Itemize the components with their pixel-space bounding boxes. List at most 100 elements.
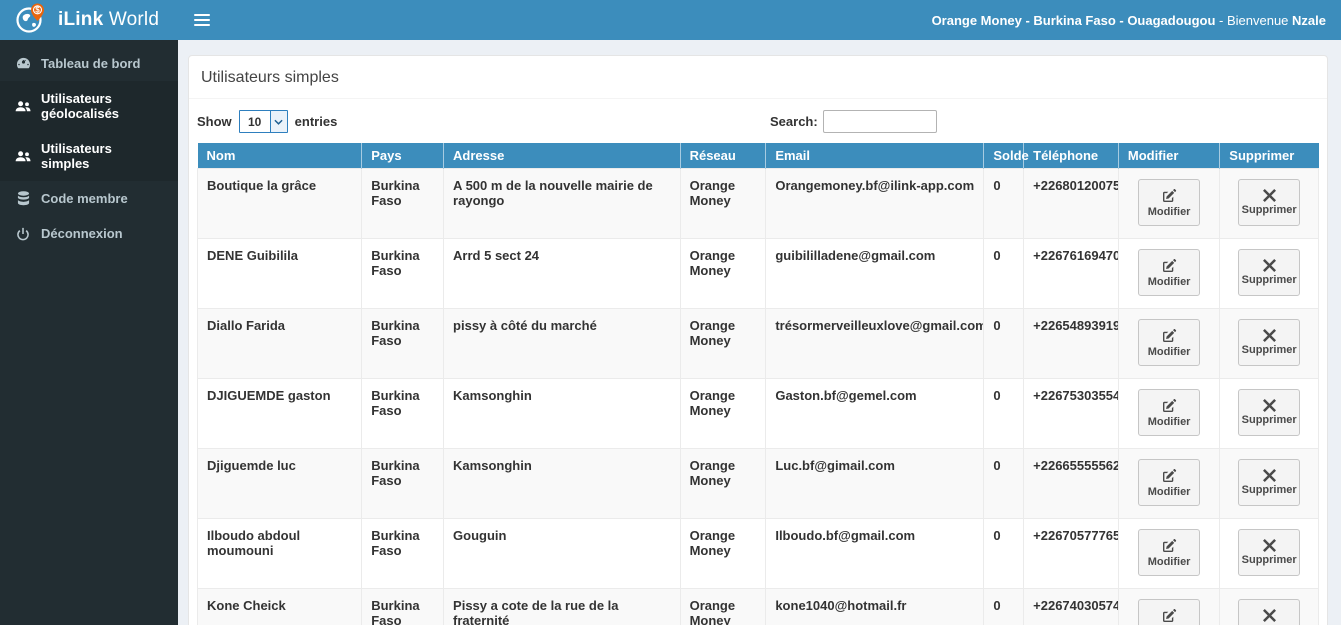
modifier-button[interactable]: Modifier — [1138, 389, 1201, 436]
cell-nom: Kone Cheick — [196, 588, 363, 625]
modifier-button[interactable]: Modifier — [1138, 529, 1201, 576]
cell-reseau: Orange Money — [679, 448, 767, 519]
users-panel: Utilisateurs simples Show 10 entries Sea… — [188, 55, 1328, 625]
cell-solde: 0 — [983, 518, 1025, 589]
cell-nom: Djiguemde luc — [196, 448, 363, 519]
supprimer-button[interactable]: Supprimer — [1238, 459, 1301, 506]
cell-supprimer: Supprimer — [1219, 588, 1319, 625]
modifier-button[interactable]: Modifier — [1138, 319, 1201, 366]
supprimer-button[interactable]: Supprimer — [1238, 249, 1301, 296]
modifier-button-label: Modifier — [1147, 415, 1191, 428]
supprimer-button[interactable]: Supprimer — [1238, 529, 1301, 576]
edit-icon — [1161, 398, 1177, 414]
modifier-button-label: Modifier — [1147, 485, 1191, 498]
cell-pays: Burkina Faso — [361, 518, 445, 589]
modifier-button-label: Modifier — [1147, 275, 1191, 288]
show-label: Show — [197, 114, 232, 129]
delete-x-icon — [1262, 399, 1276, 412]
supprimer-button[interactable]: Supprimer — [1238, 389, 1301, 436]
entries-select-value: 10 — [247, 114, 262, 129]
cell-nom: DJIGUEMDE gaston — [196, 378, 363, 449]
supprimer-button[interactable]: Supprimer — [1238, 179, 1301, 226]
cell-email: Gaston.bf@gemel.com — [765, 378, 985, 449]
users-table: Nom Pays Adresse Réseau Email Solde Télé… — [196, 143, 1319, 625]
cell-telephone: +22675303554 — [1023, 378, 1119, 449]
modifier-button[interactable]: Modifier — [1138, 459, 1201, 506]
database-icon — [15, 191, 31, 206]
cell-pays: Burkina Faso — [361, 168, 445, 239]
cell-modifier: Modifier — [1117, 168, 1221, 239]
cell-reseau: Orange Money — [679, 168, 767, 239]
cell-supprimer: Supprimer — [1219, 518, 1319, 589]
modifier-button[interactable]: Modifier — [1138, 599, 1201, 625]
cell-telephone: +22665555562 — [1023, 448, 1119, 519]
search-input[interactable] — [822, 110, 937, 133]
supprimer-button-label: Supprimer — [1241, 204, 1297, 216]
entries-select[interactable]: 10 — [238, 110, 288, 133]
cell-reseau: Orange Money — [679, 518, 767, 589]
cell-reseau: Orange Money — [679, 308, 767, 379]
column-header-reseau[interactable]: Réseau — [680, 143, 767, 169]
supprimer-button-label: Supprimer — [1241, 274, 1297, 286]
users-icon — [15, 150, 31, 163]
sidebar-item-deconnexion[interactable]: Déconnexion — [0, 216, 178, 251]
length-control: Show 10 entries — [197, 110, 758, 133]
cell-nom: DENE Guibilila — [196, 238, 363, 309]
modifier-button[interactable]: Modifier — [1138, 249, 1201, 296]
cell-solde: 0 — [983, 588, 1025, 625]
topbar-context: Orange Money - Burkina Faso - Ouagadougo… — [931, 12, 1326, 28]
cell-email: guibililladene@gmail.com — [765, 238, 985, 309]
edit-icon — [1161, 468, 1177, 484]
cell-supprimer: Supprimer — [1219, 308, 1319, 379]
delete-x-icon — [1262, 329, 1276, 342]
supprimer-button-label: Supprimer — [1241, 484, 1297, 496]
table-header-row: Nom Pays Adresse Réseau Email Solde Télé… — [197, 143, 1319, 169]
delete-x-icon — [1262, 609, 1276, 622]
cell-supprimer: Supprimer — [1219, 238, 1319, 309]
cell-adresse: Kamsonghin — [443, 378, 681, 449]
edit-icon — [1161, 188, 1177, 204]
supprimer-button[interactable]: Supprimer — [1238, 319, 1301, 366]
modifier-button[interactable]: Modifier — [1138, 179, 1201, 226]
sidebar-item-tableau-de-bord[interactable]: Tableau de bord — [0, 46, 178, 81]
supprimer-button[interactable]: Supprimer — [1238, 599, 1301, 625]
column-header-email[interactable]: Email — [765, 143, 985, 169]
svg-text:$: $ — [35, 5, 40, 14]
column-header-pays[interactable]: Pays — [361, 143, 445, 169]
cell-solde: 0 — [983, 168, 1025, 239]
cell-adresse: Kamsonghin — [443, 448, 681, 519]
cell-solde: 0 — [983, 378, 1025, 449]
cell-supprimer: Supprimer — [1219, 378, 1319, 449]
cell-modifier: Modifier — [1117, 308, 1221, 379]
cell-adresse: pissy à côté du marché — [443, 308, 681, 379]
chevron-down-icon — [269, 111, 287, 132]
cell-telephone: +22674030574 — [1023, 588, 1119, 625]
delete-x-icon — [1262, 259, 1276, 272]
sidebar-item-utilisateurs-geolocalises[interactable]: Utilisateurs géolocalisés — [0, 81, 178, 131]
cell-solde: 0 — [983, 448, 1025, 519]
table-body: Boutique la grâce Burkina Faso A 500 m d… — [196, 168, 1319, 625]
column-header-solde[interactable]: Solde — [983, 143, 1029, 169]
column-header-supprimer[interactable]: Supprimer — [1219, 143, 1319, 169]
cell-modifier: Modifier — [1117, 518, 1221, 589]
search-label: Search: — [770, 114, 818, 129]
table-row: Boutique la grâce Burkina Faso A 500 m d… — [196, 168, 1319, 239]
column-header-modifier[interactable]: Modifier — [1118, 143, 1221, 169]
cell-supprimer: Supprimer — [1219, 448, 1319, 519]
brand-name: iLink World — [58, 9, 160, 30]
table-row: DENE Guibilila Burkina Faso Arrd 5 sect … — [196, 238, 1319, 309]
cell-telephone: +22680120075 — [1023, 168, 1119, 239]
sidebar-toggle-hamburger-icon[interactable] — [192, 10, 212, 30]
cell-email: Orangemoney.bf@ilink-app.com — [765, 168, 985, 239]
cell-modifier: Modifier — [1117, 378, 1221, 449]
cell-pays: Burkina Faso — [361, 588, 445, 625]
sidebar-item-code-membre[interactable]: Code membre — [0, 181, 178, 216]
column-header-nom[interactable]: Nom — [197, 143, 363, 169]
modifier-button-label: Modifier — [1147, 555, 1191, 568]
column-header-adresse[interactable]: Adresse — [443, 143, 681, 169]
table-row: Djiguemde luc Burkina Faso Kamsonghin Or… — [196, 448, 1319, 519]
cell-telephone: +22676169470 — [1023, 238, 1119, 309]
sidebar-item-utilisateurs-simples[interactable]: Utilisateurs simples — [0, 131, 178, 181]
edit-icon — [1161, 258, 1177, 274]
column-header-telephone[interactable]: Téléphone — [1023, 143, 1119, 169]
